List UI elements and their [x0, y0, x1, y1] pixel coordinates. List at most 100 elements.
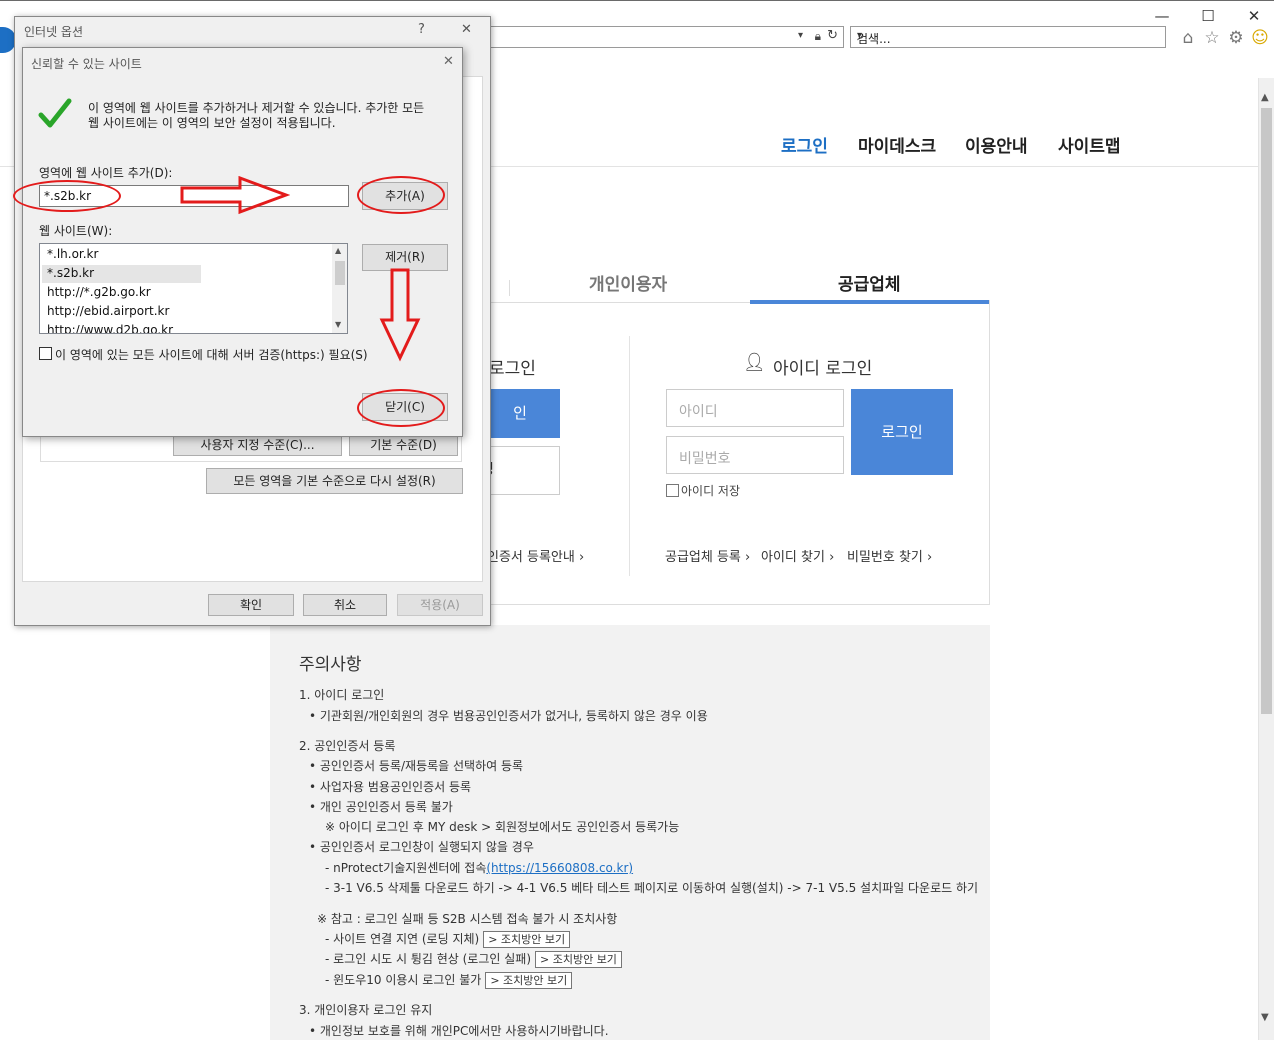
arrow-down-icon [379, 268, 421, 362]
close-icon[interactable]: ✕ [461, 22, 472, 37]
save-id-checkbox[interactable] [666, 484, 679, 497]
notice-text: - 사이트 연결 지연 (로딩 지체) [325, 932, 480, 946]
notice-line: 3. 개인이용자 로그인 유지 [299, 1003, 433, 1017]
cert-login-label: 인 [513, 404, 527, 422]
notice-line: ※ 아이디 로그인 후 MY desk > 회원정보에서도 공인인증서 등록가능 [325, 820, 680, 834]
cancel-button[interactable]: 취소 [303, 594, 387, 616]
nav-login[interactable]: 로그인 [781, 132, 828, 157]
cert-register-link-text: 인증서 등록안내 [487, 550, 575, 565]
annotation-circle [13, 180, 121, 212]
scrollbar-thumb[interactable] [1261, 108, 1272, 714]
login-button[interactable]: 로그인 [851, 389, 953, 475]
tab-separator [509, 280, 510, 296]
checkmark-icon [38, 98, 72, 128]
cert-register-link[interactable]: 인증서 등록안내 › [487, 546, 584, 565]
list-item[interactable]: http://ebid.airport.kr [47, 304, 169, 318]
notice-line: 2. 공인인증서 등록 [299, 739, 396, 753]
tab-personal[interactable]: 개인이용자 [589, 270, 667, 295]
id-login-title: 아이디 로그인 [773, 359, 873, 379]
search-box[interactable]: 검색... ⌕ ▾ [850, 26, 1166, 48]
help-button[interactable]: ? [418, 22, 425, 37]
list-item[interactable]: *.s2b.kr [47, 266, 94, 280]
annotation-circle [357, 176, 445, 214]
default-level-button[interactable]: 기본 수준(D) [349, 434, 458, 456]
find-password-text: 비밀번호 찾기 [847, 550, 923, 565]
minimize-button[interactable]: — [1142, 5, 1182, 27]
find-id-text: 아이디 찾기 [761, 550, 825, 565]
refresh-icon[interactable]: ↻ [827, 28, 838, 43]
panel-divider [629, 336, 630, 576]
action-plan-button[interactable]: > 조치방안 보기 [483, 931, 571, 948]
find-password-link[interactable]: 비밀번호 찾기 › [847, 546, 932, 565]
https-checkbox[interactable] [39, 347, 52, 360]
websites-label: 웹 사이트(W): [39, 224, 113, 238]
list-scroll-down-icon[interactable]: ▼ [335, 320, 341, 329]
https-check-label: 이 영역에 있는 모든 사이트에 대해 서버 검증(https:) 필요(S) [55, 348, 368, 362]
close-window-button[interactable]: ✕ [1234, 5, 1274, 27]
notice-line: - nProtect기술지원센터에 접속(https://15660808.co… [325, 859, 633, 876]
chevron-down-icon[interactable]: ▾ [857, 30, 1159, 41]
ok-button[interactable]: 확인 [208, 594, 294, 616]
notice-line: • 개인 공인인증서 등록 불가 [309, 800, 453, 814]
action-plan-button[interactable]: > 조치방안 보기 [485, 972, 573, 989]
cert-login-title: 로그인 [489, 359, 536, 379]
user-icon: 👤︎ [743, 352, 766, 373]
notice-line: • 기관회원/개인회원의 경우 범용공인인증서가 없거나, 등록하지 않은 경우… [309, 709, 708, 723]
scroll-down-icon[interactable]: ▼ [1261, 1012, 1269, 1023]
gear-icon[interactable]: ⚙ [1225, 27, 1247, 49]
notice-line: • 공인인증서 등록/재등록을 선택하여 등록 [309, 759, 524, 773]
notice-title: 주의사항 [299, 655, 362, 675]
notice-text: - 로그인 시도 시 튕김 현상 (로그인 실패) [325, 952, 531, 966]
save-id-label: 아이디 저장 [681, 484, 741, 498]
notice-text: - 윈도우10 이용시 로그인 불가 [325, 973, 482, 987]
dialog-title: 인터넷 옵션 [24, 25, 84, 39]
supplier-register-link[interactable]: 공급업체 등록 › [665, 546, 750, 565]
notice-line: • 공인인증서 로그인창이 실행되지 않을 경우 [309, 840, 534, 854]
nav-sitemap[interactable]: 사이트맵 [1058, 132, 1121, 157]
reset-all-zones-button[interactable]: 모든 영역을 기본 수준으로 다시 설정(R) [206, 468, 463, 494]
list-scroll-thumb[interactable] [335, 261, 345, 285]
remove-button[interactable]: 제거(R) [362, 244, 448, 271]
add-site-label: 영역에 웹 사이트 추가(D): [39, 166, 173, 180]
maximize-button[interactable]: ☐ [1188, 5, 1228, 27]
lock-icon: 🔒︎ [814, 29, 821, 43]
arrow-right-icon [180, 176, 290, 215]
notice-line: - 윈도우10 이용시 로그인 불가 > 조치방안 보기 [325, 971, 573, 989]
custom-level-button[interactable]: 사용자 지정 수준(C)... [173, 434, 342, 456]
id-input[interactable]: 아이디 [666, 389, 844, 427]
notice-line: - 로그인 시도 시 튕김 현상 (로그인 실패) > 조치방안 보기 [325, 950, 622, 968]
trusted-description: 웹 사이트에는 이 영역의 보안 설정이 적용됩니다. [88, 116, 336, 130]
scroll-up-icon[interactable]: ▲ [1261, 92, 1269, 103]
notice-line: • 사업자용 범용공인인증서 등록 [309, 780, 472, 794]
smiley-icon[interactable]: ☺ [1249, 27, 1271, 49]
list-scroll-up-icon[interactable]: ▲ [335, 246, 341, 255]
websites-list[interactable]: *.lh.or.kr *.s2b.kr http://*.g2b.go.kr h… [39, 243, 348, 334]
supplier-register-text: 공급업체 등록 [665, 550, 741, 565]
notice-line: ※ 참고 : 로그인 실패 등 S2B 시스템 접속 불가 시 조치사항 [317, 912, 618, 926]
notice-line: • 개인정보 보호를 위해 개인PC에서만 사용하시기바랍니다. [309, 1024, 609, 1038]
find-id-link[interactable]: 아이디 찾기 › [761, 546, 834, 565]
trusted-dialog-title: 신뢰할 수 있는 사이트 [31, 57, 142, 71]
tab-supplier[interactable]: 공급업체 [838, 270, 901, 295]
password-input[interactable]: 비밀번호 [666, 436, 844, 474]
notice-line: - 3-1 V6.5 삭제툴 다운로드 하기 -> 4-1 V6.5 베타 테스… [325, 881, 979, 895]
dropdown-icon[interactable]: ▾ [798, 30, 803, 41]
action-plan-button[interactable]: > 조치방안 보기 [535, 951, 622, 968]
notice-line: 1. 아이디 로그인 [299, 688, 385, 702]
annotation-circle [357, 389, 445, 427]
cert-register-button[interactable]: 정 [480, 446, 560, 495]
star-icon[interactable]: ☆ [1201, 27, 1223, 49]
nav-mydesk[interactable]: 마이데스크 [858, 132, 936, 157]
notice-text: - nProtect기술지원센터에 접속 [325, 861, 487, 875]
notice-line: - 사이트 연결 지연 (로딩 지체) > 조치방안 보기 [325, 930, 571, 948]
address-bar[interactable]: ▾ 🔒︎ ↻ [490, 26, 844, 48]
nav-guide[interactable]: 이용안내 [965, 132, 1028, 157]
nprotect-link[interactable]: (https://15660808.co.kr) [486, 861, 633, 875]
list-item[interactable]: http://*.g2b.go.kr [47, 285, 151, 299]
apply-button[interactable]: 적용(A) [397, 594, 483, 616]
close-icon[interactable]: ✕ [443, 54, 454, 69]
list-item[interactable]: *.lh.or.kr [47, 247, 98, 261]
cert-login-button[interactable]: 인 [480, 389, 560, 438]
list-item[interactable]: http://www.d2b.go.kr [47, 323, 173, 333]
home-icon[interactable]: ⌂ [1177, 27, 1199, 49]
